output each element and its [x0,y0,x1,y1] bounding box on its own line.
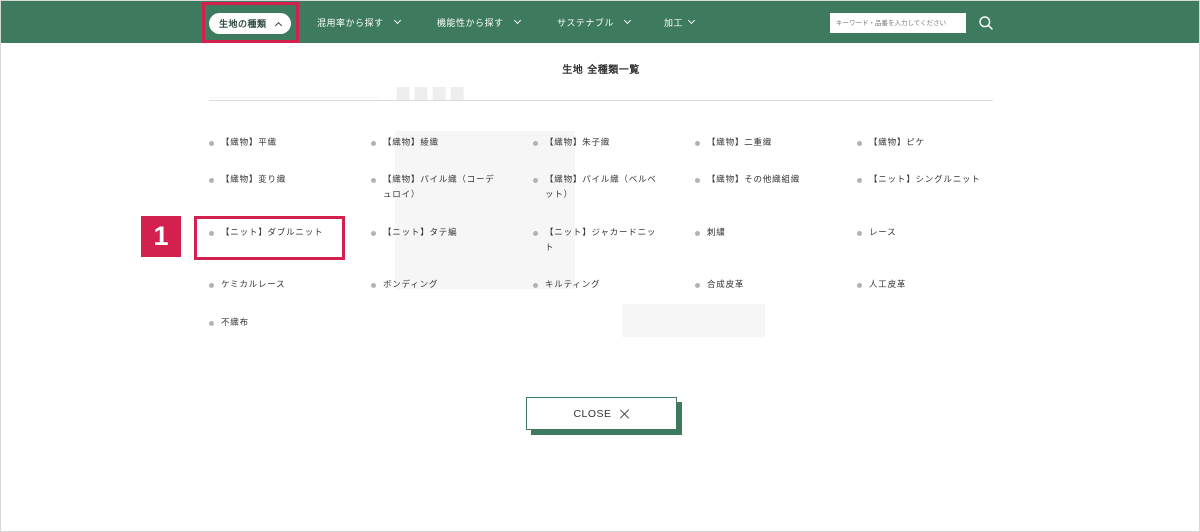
fabric-label: 【織物】変り織 [221,175,287,185]
bullet-icon [857,178,862,183]
fabric-link[interactable]: 【織物】変り織 [209,173,334,188]
step-number-badge: 1 [141,216,181,257]
search-input[interactable] [830,13,966,33]
chevron-down-icon [687,16,696,25]
bullet-icon [695,141,700,146]
search-icon[interactable] [978,15,994,31]
fabric-link[interactable]: 刺繍 [695,226,820,241]
fabric-label: 【織物】パイル織（コーデュロイ） [383,175,495,200]
bullet-icon [209,178,214,183]
fabric-link-double-knit[interactable]: 【ニット】ダブルニット [209,226,334,241]
fabric-link[interactable]: 【織物】綾織 [371,136,496,151]
bullet-icon [371,141,376,146]
global-nav: 生地の種類 混用率から探す 機能性から探す サステナブル 加工 [1,1,1199,43]
bullet-icon [857,283,862,288]
bullet-icon [209,321,214,326]
fabric-link[interactable]: 合成皮革 [695,278,820,293]
bullet-icon [857,231,862,236]
fabric-link[interactable]: 【織物】パイル織（ベルベット） [533,173,658,203]
close-label: CLOSE [573,407,612,420]
fabric-link[interactable]: 【ニット】ジャカードニット [533,226,658,256]
fabric-link[interactable]: 【織物】平織 [209,136,334,151]
nav-functionality[interactable]: 機能性から探す [437,1,521,43]
chevron-down-icon [513,16,521,25]
nav-item-label: 混用率から探す [317,18,384,29]
fabric-link[interactable]: 【織物】パイル織（コーデュロイ） [371,173,496,203]
background-divider [209,97,379,98]
fabric-label: 【ニット】ジャカードニット [545,228,657,253]
panel-divider [209,100,993,101]
fabric-link[interactable]: 【織物】その他織組織 [695,173,820,188]
close-button[interactable]: CLOSE [526,397,677,430]
fabric-label: 【織物】その他織組織 [707,175,801,185]
bullet-icon [695,283,700,288]
page-frame: ■■■■ 生地の種類 混用率から探す 機能性から探す サステナブル 加工 生地 [0,0,1200,532]
bullet-icon [371,178,376,183]
bullet-icon [371,283,376,288]
fabric-label: 不織布 [221,318,249,328]
nav-item-label: 機能性から探す [437,18,504,29]
bullet-icon [209,283,214,288]
fabric-label: ボンディング [383,280,439,290]
fabric-link[interactable]: 【ニット】タテ編 [371,226,496,241]
fabric-link[interactable]: ボンディング [371,278,496,293]
fabric-label: 【織物】朱子織 [545,138,611,148]
fabric-label: 【織物】ピケ [869,138,925,148]
fabric-link[interactable]: ケミカルレース [209,278,334,293]
bullet-icon [209,231,214,236]
fabric-label: 【ニット】ダブルニット [221,228,324,238]
fabric-link[interactable]: 【織物】二重織 [695,136,820,151]
fabric-label: 【ニット】タテ編 [383,228,458,238]
fabric-label: 【織物】パイル織（ベルベット） [545,175,657,200]
fabric-link[interactable]: キルティング [533,278,658,293]
fabric-link[interactable]: 【ニット】シングルニット [857,173,982,188]
chevron-down-icon [623,16,631,25]
bullet-icon [533,283,538,288]
fabric-label: ケミカルレース [221,280,286,290]
bullet-icon [695,178,700,183]
nav-item-label: 加工 [664,18,684,29]
fabric-link[interactable]: 人工皮革 [857,278,982,293]
nav-fabric-types[interactable]: 生地の種類 [209,13,291,34]
bullet-icon [209,141,214,146]
fabric-label: 人工皮革 [869,280,907,290]
fabric-label: 刺繍 [707,228,726,238]
nav-blend-ratio[interactable]: 混用率から探す [317,1,401,43]
chevron-down-icon [393,16,401,25]
bullet-icon [533,141,538,146]
fabric-label: 【織物】二重織 [707,138,773,148]
bullet-icon [533,231,538,236]
chevron-up-icon [274,21,282,29]
fabric-label: キルティング [545,280,601,290]
background-button [622,304,765,337]
bullet-icon [371,231,376,236]
close-icon [620,409,630,419]
bullet-icon [857,141,862,146]
background-image [395,131,575,289]
nav-item-label: サステナブル [557,18,614,29]
nav-sustainable[interactable]: サステナブル [557,1,631,43]
panel-title: 生地 全種類一覧 [562,65,640,76]
fabric-link[interactable]: 不織布 [209,316,334,331]
fabric-label: 【織物】綾織 [383,138,439,148]
fabric-link[interactable]: 【織物】朱子織 [533,136,658,151]
bullet-icon [695,231,700,236]
nav-item-label: 生地の種類 [219,20,267,30]
fabric-label: 合成皮革 [707,280,745,290]
fabric-label: 【ニット】シングルニット [869,175,981,185]
fabric-link[interactable]: 【織物】ピケ [857,136,982,151]
fabric-label: 【織物】平織 [221,138,277,148]
fabric-label: レース [869,228,897,238]
nav-processing[interactable]: 加工 [664,1,696,43]
fabric-link[interactable]: レース [857,226,982,241]
bullet-icon [533,178,538,183]
